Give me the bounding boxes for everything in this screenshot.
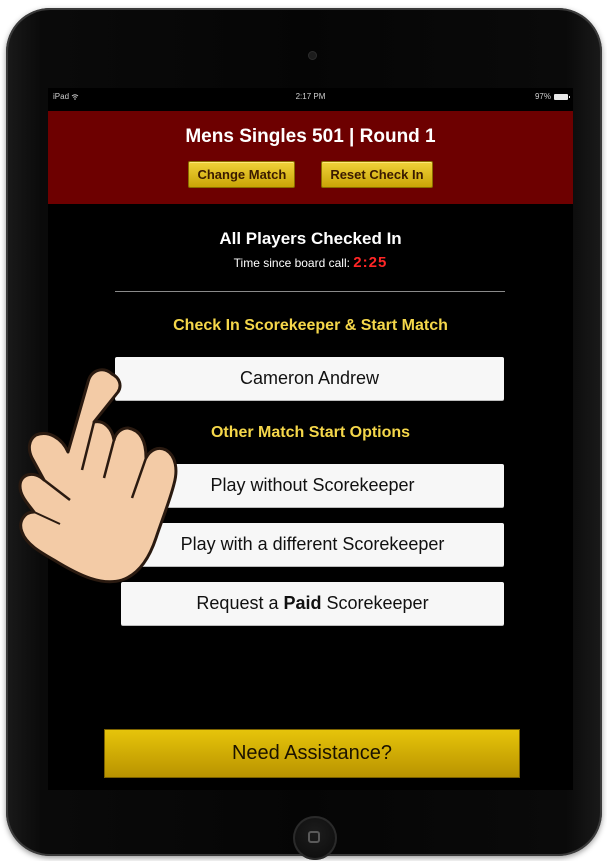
scorekeeper-section-title: Check In Scorekeeper & Start Match xyxy=(173,317,448,334)
need-assistance-button[interactable]: Need Assistance? xyxy=(104,729,520,778)
header-buttons: Change Match Reset Check In xyxy=(48,161,573,188)
home-button-icon xyxy=(308,831,320,843)
checked-in-heading: All Players Checked In xyxy=(219,229,402,248)
app-screen: iPad 2:17 PM 97% Mens Singles 501 | Roun… xyxy=(48,88,573,790)
request-bold: Paid xyxy=(283,593,322,613)
scorekeeper-player-button[interactable]: Cameron Andrew xyxy=(115,357,504,400)
board-call-timer: 2:25 xyxy=(353,254,388,271)
request-prefix: Request a xyxy=(196,593,284,613)
battery-percent: 97% xyxy=(534,92,551,101)
status-time: 2:17 PM xyxy=(295,92,326,101)
home-button[interactable] xyxy=(293,816,337,860)
match-title: Mens Singles 501 | Round 1 xyxy=(185,126,436,147)
battery-status: 97% xyxy=(534,92,570,101)
camera-icon xyxy=(308,51,317,60)
request-suffix: Scorekeeper xyxy=(321,593,429,613)
status-bar: iPad 2:17 PM 97% xyxy=(48,88,573,108)
time-since-label: Time since board call: xyxy=(233,256,350,270)
request-paid-scorekeeper-button[interactable]: Request a Paid Scorekeeper xyxy=(121,582,504,625)
other-options-section-title: Other Match Start Options xyxy=(210,424,411,441)
divider xyxy=(115,291,505,292)
time-since-board-call: Time since board call: 2:25 xyxy=(48,254,573,271)
change-match-button[interactable]: Change Match xyxy=(188,161,296,188)
play-with-different-scorekeeper-button[interactable]: Play with a different Scorekeeper xyxy=(121,523,504,566)
battery-icon xyxy=(554,93,570,100)
play-without-scorekeeper-button[interactable]: Play without Scorekeeper xyxy=(121,464,504,507)
match-header: Mens Singles 501 | Round 1 Change Match … xyxy=(48,111,573,204)
reset-check-in-button[interactable]: Reset Check In xyxy=(321,161,433,188)
